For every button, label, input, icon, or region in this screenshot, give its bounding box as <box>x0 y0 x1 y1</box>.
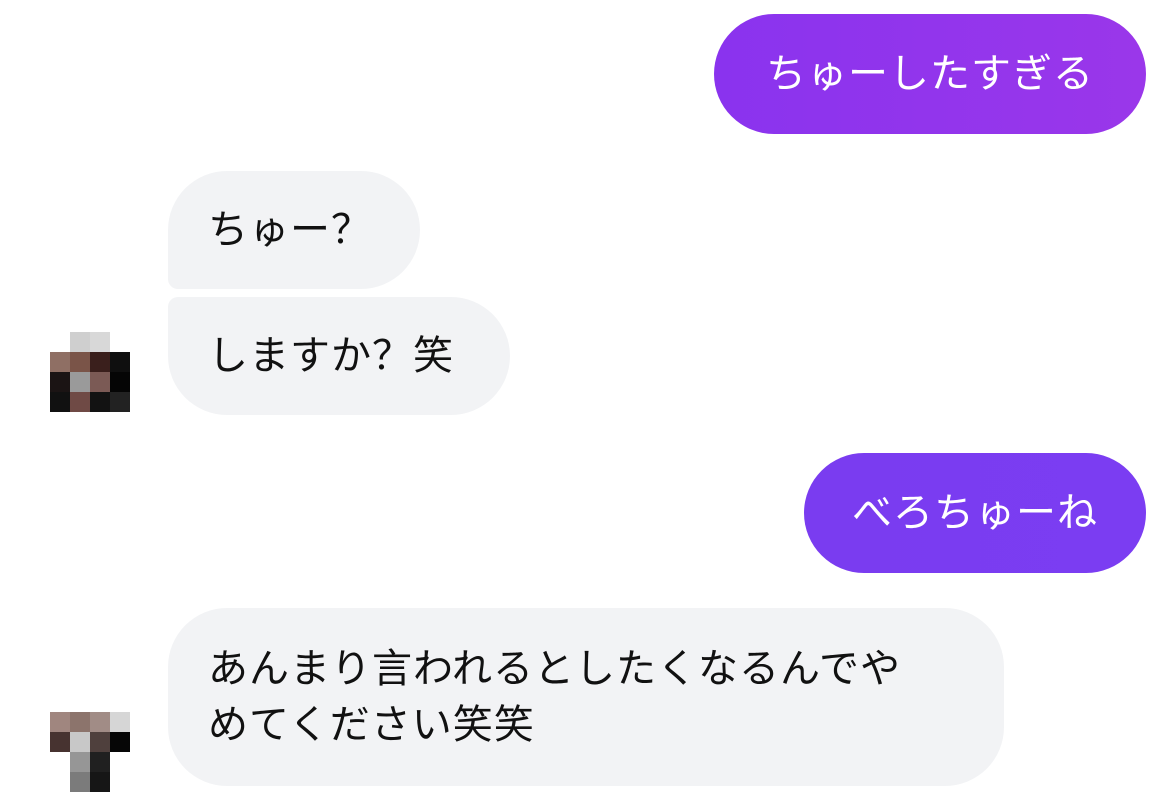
message-text: べろちゅーね <box>852 490 1098 536</box>
outgoing-message-bubble[interactable]: ちゅーしたすぎる <box>714 14 1146 134</box>
incoming-message-bubble[interactable]: ちゅー？ <box>168 171 420 289</box>
contact-avatar[interactable] <box>50 712 130 792</box>
message-line: めてください笑笑 <box>208 702 535 748</box>
outgoing-message-bubble[interactable]: べろちゅーね <box>804 453 1146 573</box>
message-line: あんまり言われるとしたくなるんでや <box>208 646 901 692</box>
incoming-message-bubble[interactable]: しますか？笑 <box>168 297 510 415</box>
message-text: しますか？笑 <box>208 333 454 379</box>
message-text: ちゅー？ <box>208 207 372 253</box>
message-text: ちゅーしたすぎる <box>766 51 1094 97</box>
incoming-message-bubble[interactable]: あんまり言われるとしたくなるんでや めてください笑笑 <box>168 608 1004 786</box>
contact-avatar[interactable] <box>50 332 130 412</box>
message-text: あんまり言われるとしたくなるんでや めてください笑笑 <box>208 641 901 753</box>
